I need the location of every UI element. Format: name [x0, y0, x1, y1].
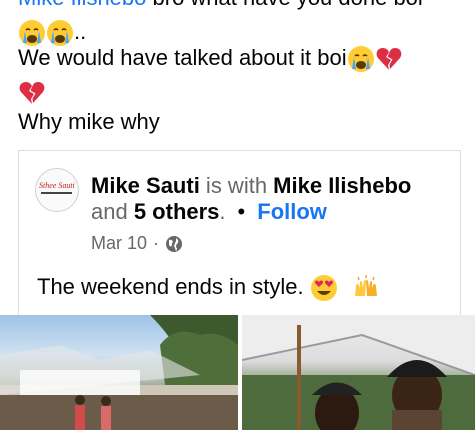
- shared-post-body: The weekend ends in style.: [37, 271, 380, 303]
- post-meta: Mar 10 ·: [91, 233, 183, 254]
- photo-left-scene: [0, 315, 238, 430]
- post-line-3-text: We would have talked about it boi: [18, 45, 347, 70]
- shared-post-header-line-2: and 5 others. • Follow: [91, 197, 327, 227]
- post-line-4: [18, 76, 46, 108]
- photo-right[interactable]: [242, 315, 475, 430]
- period-text: .: [219, 199, 226, 224]
- meta-separator: ·: [153, 233, 160, 253]
- raised-hands-icon: [354, 275, 377, 297]
- photo-left[interactable]: [0, 315, 238, 430]
- globe-icon: [166, 235, 183, 252]
- follow-button[interactable]: Follow: [257, 199, 327, 224]
- crying-face-icon: [347, 46, 374, 73]
- avatar-logo-bar: [41, 192, 72, 194]
- shared-post-card[interactable]: Sthee Sauti Mike Sauti is with Mike Ilis…: [18, 150, 461, 330]
- post-line-2-text: ..: [74, 19, 87, 44]
- and-text: and: [91, 199, 134, 224]
- tagged-name-link[interactable]: Mike Ilishebo: [273, 173, 411, 198]
- broken-heart-icon: [19, 82, 45, 105]
- avatar-logo-text: Sthee Sauti: [39, 181, 75, 190]
- separator-dot: •: [237, 199, 246, 224]
- post-line-1-text: bro what have you done boi: [146, 0, 423, 10]
- heart-eyes-icon: [310, 275, 337, 302]
- is-with-text: is with: [199, 173, 274, 198]
- post-date[interactable]: Mar 10: [91, 233, 147, 254]
- post-line-5: Why mike why: [18, 109, 160, 134]
- avatar[interactable]: Sthee Sauti: [35, 168, 79, 212]
- post-line-1: Mike Ilishebo bro what have you done boi: [18, 0, 423, 14]
- broken-heart-icon: [376, 48, 401, 71]
- others-link[interactable]: 5 others: [134, 199, 220, 224]
- shared-post-body-text: The weekend ends in style.: [37, 274, 304, 299]
- tagged-user-link[interactable]: Mike Ilishebo: [18, 0, 146, 10]
- post-line-3: We would have talked about it boi: [18, 42, 403, 74]
- author-name-link[interactable]: Mike Sauti: [91, 173, 200, 198]
- photo-right-scene: [242, 315, 475, 430]
